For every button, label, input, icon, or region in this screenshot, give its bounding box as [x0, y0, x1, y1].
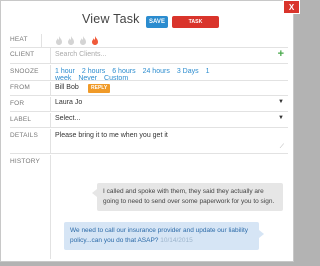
view-task-modal: View Task SAVE TASK COMPLETED HEAT CLIEN… [0, 0, 294, 262]
snooze-1-hour[interactable]: 1 hour [55, 68, 75, 75]
details-textarea[interactable]: Please bring it to me when you get it ⟋ [55, 132, 284, 151]
client-label: CLIENT [10, 51, 35, 58]
for-select-value: Laura Jo [55, 99, 83, 106]
flame-icon-active[interactable] [91, 36, 99, 45]
label-row: LABEL Select... ▼ [10, 113, 288, 128]
divider [50, 82, 51, 95]
resize-handle-icon[interactable]: ⟋ [280, 144, 284, 151]
heat-row: HEAT [10, 34, 288, 48]
details-text: Please bring it to me when you get it [55, 132, 168, 139]
save-button[interactable]: SAVE [146, 16, 168, 28]
details-row: DETAILS Please bring it to me when you g… [10, 129, 288, 154]
snooze-3-days[interactable]: 3 Days [177, 68, 199, 75]
label-select[interactable]: Select... ▼ [55, 115, 284, 122]
from-row: FROM Bill Bob REPLY [10, 82, 288, 96]
add-client-icon[interactable]: + [278, 48, 284, 60]
history-message: We need to call our insurance provider a… [64, 222, 264, 250]
heat-flames [55, 36, 101, 47]
page-title: View Task [82, 12, 140, 26]
close-button[interactable]: X [283, 0, 300, 14]
snooze-label: SNOOZE [10, 68, 39, 75]
divider [50, 48, 51, 63]
details-label: DETAILS [10, 132, 39, 139]
history-message-text: I called and spoke with them, they said … [103, 188, 275, 205]
flame-icon[interactable] [55, 36, 63, 45]
for-select[interactable]: Laura Jo ▼ [55, 99, 284, 106]
client-search-input[interactable]: Search Clients... [55, 51, 106, 58]
snooze-never[interactable]: Never [78, 75, 97, 82]
divider [50, 113, 51, 127]
snooze-6-hours[interactable]: 6 hours [112, 68, 135, 75]
divider [50, 65, 51, 80]
caret-down-icon: ▼ [278, 115, 284, 121]
divider [50, 97, 51, 111]
snooze-row: SNOOZE 1 hour 2 hours 6 hours 24 hours 3 Day… [10, 65, 288, 82]
from-label: FROM [10, 84, 30, 91]
divider [50, 155, 51, 259]
for-row: FOR Laura Jo ▼ [10, 97, 288, 112]
history-message-text: We need to call our insurance provider a… [70, 227, 249, 244]
heat-label: HEAT [10, 36, 28, 43]
snooze-24-hours[interactable]: 24 hours [143, 68, 170, 75]
client-row: CLIENT Search Clients... + [10, 48, 288, 64]
reply-button[interactable]: REPLY [88, 84, 111, 93]
flame-icon[interactable] [67, 36, 75, 45]
snooze-options: 1 hour 2 hours 6 hours 24 hours 3 Days 1 week… [55, 68, 288, 82]
caret-down-icon: ▼ [278, 99, 284, 105]
label-label: LABEL [10, 116, 32, 123]
divider [41, 34, 42, 47]
label-select-value: Select... [55, 115, 81, 122]
flame-icon[interactable] [79, 36, 87, 45]
for-label: FOR [10, 100, 25, 107]
snooze-2-hours[interactable]: 2 hours [82, 68, 105, 75]
task-completed-button[interactable]: TASK COMPLETED [172, 16, 219, 37]
history-message: I called and spoke with them, they said … [92, 183, 283, 211]
from-name: Bill Bob [55, 84, 79, 91]
modal-header: View Task SAVE TASK COMPLETED [1, 9, 295, 37]
history-message-date: 10/14/2015 [160, 236, 193, 244]
history-label: HISTORY [10, 158, 41, 165]
snooze-custom[interactable]: Custom [104, 75, 128, 82]
divider [50, 129, 51, 153]
